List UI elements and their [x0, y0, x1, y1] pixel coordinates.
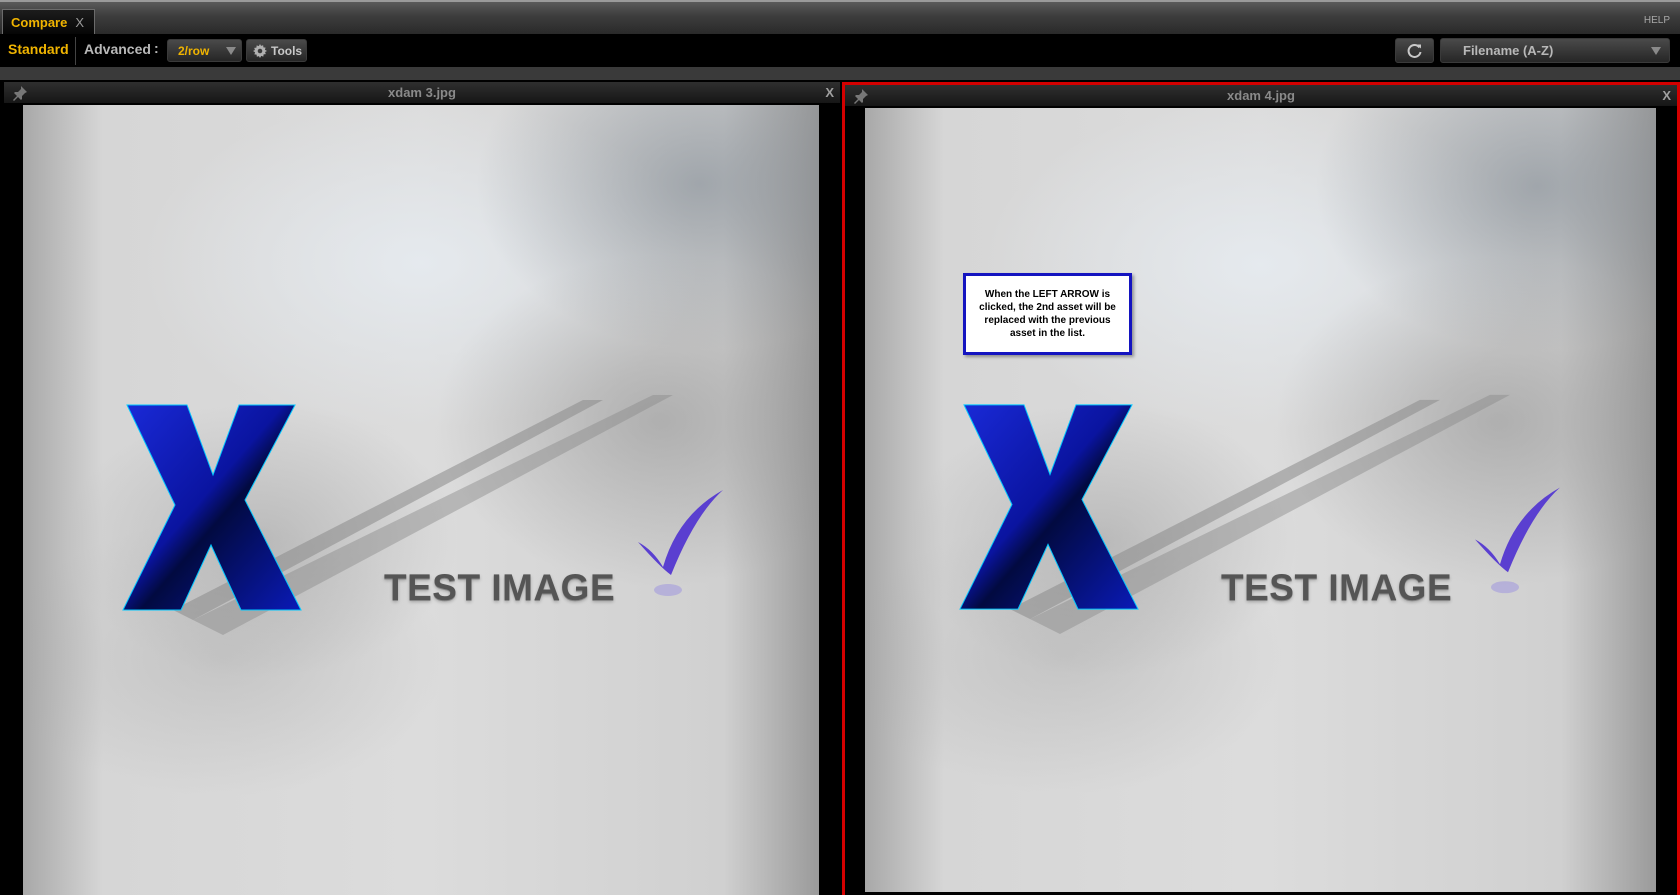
per-row-dropdown[interactable]: 2/row [167, 39, 242, 62]
test-image-graphic [122, 395, 723, 635]
compare-panel-1[interactable]: xdam 3.jpg X TEST IMAGE [4, 82, 840, 895]
panel-title: xdam 3.jpg [388, 85, 456, 100]
panel-header: xdam 3.jpg X [4, 82, 840, 103]
asset-preview-image: TEST IMAGE [865, 108, 1656, 892]
chevron-down-icon [1651, 47, 1661, 55]
toolbar: Standard Advanced : 2/row Tools Filename… [0, 34, 1680, 67]
test-image-text: TEST IMAGE [384, 567, 616, 608]
panel-header: xdam 4.jpg X [845, 85, 1677, 106]
mode-advanced-tab[interactable]: Advanced [84, 41, 151, 57]
x-logo [122, 404, 302, 611]
callout-text: When the LEFT ARROW is clicked, the 2nd … [979, 289, 1116, 339]
x-logo [959, 404, 1139, 610]
checkmark-reflection [654, 584, 682, 596]
gear-icon [253, 43, 267, 58]
compare-panel-2[interactable]: xdam 4.jpg X TEST IMAGE [842, 82, 1680, 895]
panel-close-button[interactable]: X [825, 85, 834, 100]
tools-button[interactable]: Tools [246, 39, 307, 62]
annotation-callout: When the LEFT ARROW is clicked, the 2nd … [963, 273, 1132, 355]
compare-page: Compare X HELP Standard Advanced : 2/row… [0, 0, 1680, 895]
tools-label: Tools [271, 43, 303, 58]
refresh-button[interactable] [1395, 38, 1434, 63]
per-row-value: 2/row [178, 43, 210, 58]
panel-title: xdam 4.jpg [1227, 88, 1295, 103]
checkmark-reflection [1491, 581, 1519, 594]
tab-label: Compare [11, 14, 68, 30]
test-image-text: TEST IMAGE [1221, 567, 1453, 608]
mode-standard-tab[interactable]: Standard [8, 41, 69, 57]
advanced-separator: : [154, 40, 159, 56]
sort-value: Filename (A-Z) [1463, 43, 1554, 58]
tab-close-button[interactable]: X [75, 15, 84, 30]
checkmark-icon [638, 490, 723, 575]
chevron-down-icon [226, 47, 236, 55]
sort-dropdown[interactable]: Filename (A-Z) [1440, 38, 1670, 63]
checkmark-icon [1475, 487, 1560, 573]
panel-close-button[interactable]: X [1662, 88, 1671, 103]
help-link[interactable]: HELP [1644, 15, 1670, 26]
title-bar: Compare X HELP [0, 0, 1680, 34]
tab-compare[interactable]: Compare X [2, 9, 95, 34]
test-image-graphic [959, 394, 1560, 634]
divider [75, 37, 76, 65]
asset-preview-image: TEST IMAGE [23, 105, 819, 895]
refresh-icon [1407, 43, 1421, 58]
toolbar-divider-strip [0, 67, 1680, 80]
